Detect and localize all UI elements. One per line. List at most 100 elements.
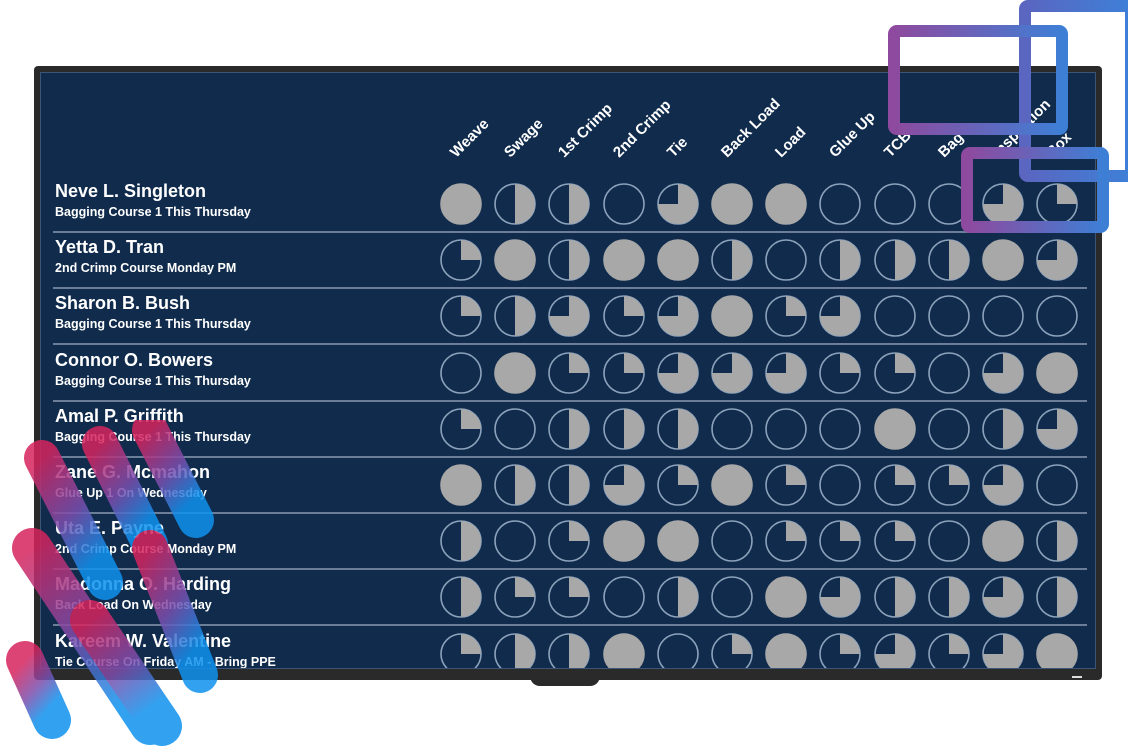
progress-pie-bag [927, 294, 971, 338]
progress-pie-bag [927, 632, 971, 668]
progress-pie-bag [927, 238, 971, 282]
progress-wedge [894, 577, 915, 618]
monitor-stand [530, 676, 600, 686]
progress-ring [602, 576, 645, 619]
progress-ring [602, 632, 645, 668]
column-header-2nd-crimp: 2nd Crimp [609, 96, 675, 161]
progress-pie-tcb [873, 575, 917, 619]
progress-pie-1st-crimp [547, 463, 591, 507]
progress-pie-swage [493, 351, 537, 395]
progress-pie-weave [439, 407, 483, 451]
trainee-name: Uta E. Payne [55, 518, 165, 539]
trainee-row[interactable]: Amal P. Griffith Bagging Course 1 This Th… [53, 402, 1087, 458]
scheduled-course: Bagging Course 1 This Thursday [55, 429, 251, 444]
trainee-row[interactable]: Kareem W. Valentine Tie Course On Friday … [53, 627, 1087, 668]
progress-pie-load [764, 351, 808, 395]
progress-ring [657, 632, 699, 668]
progress-pie-back-load [710, 294, 754, 338]
progress-pie-inspection [981, 182, 1025, 226]
progress-ring [873, 183, 916, 225]
progress-pie-box [1035, 238, 1079, 282]
progress-pie-inspection [981, 463, 1025, 507]
trainee-row[interactable]: Sharon B. Bush Bagging Course 1 This Thur… [53, 289, 1087, 346]
progress-wedge [569, 240, 590, 281]
training-matrix-screen: Weave Swage 1st Crimp 2nd Crimp Tie Back Load… [40, 72, 1096, 669]
progress-ring [656, 239, 699, 281]
progress-ring [819, 183, 862, 225]
progress-pie-tie [656, 407, 700, 451]
progress-pie-swage [493, 632, 537, 668]
progress-wedge [569, 184, 590, 224]
progress-pie-1st-crimp [547, 294, 591, 338]
trainee-row[interactable]: Madonna O. Harding Back Load On Wednesday [53, 570, 1087, 627]
progress-pie-box [1035, 182, 1079, 226]
progress-pie-swage [493, 238, 537, 282]
progress-pie-box [1035, 351, 1079, 395]
progress-pie-box [1035, 463, 1079, 507]
progress-ring [711, 407, 753, 450]
progress-wedge [623, 296, 644, 317]
trainee-row[interactable]: Yetta D. Tran 2nd Crimp Course Monday PM [53, 233, 1087, 290]
progress-ring [602, 183, 645, 225]
progress-ring [765, 239, 807, 281]
column-header-swage: Swage [501, 115, 547, 161]
progress-pie-weave [439, 351, 483, 395]
progress-wedge [840, 240, 861, 281]
progress-pie-bag [927, 519, 971, 563]
trainee-row[interactable]: Uta E. Payne 2nd Crimp Course Monday PM [53, 514, 1087, 571]
progress-pie-1st-crimp [547, 182, 591, 226]
trainee-row[interactable]: Zane G. Mcmahon Glue Up 1 On Wednesday [53, 458, 1087, 514]
progress-pie-swage [493, 182, 537, 226]
progress-wedge [840, 633, 861, 654]
progress-ring [982, 295, 1024, 338]
trainee-row[interactable]: Neve L. Singleton Bagging Course 1 This T… [53, 177, 1087, 233]
progress-wedge [948, 633, 969, 654]
progress-pie-2nd-crimp [602, 463, 646, 507]
trainee-row[interactable]: Connor O. Bowers Bagging Course 1 This Th… [53, 346, 1087, 402]
progress-ring [711, 183, 753, 225]
progress-ring [765, 183, 807, 225]
progress-pie-back-load [710, 407, 754, 451]
progress-pie-tie [656, 351, 700, 395]
progress-wedge [515, 296, 536, 337]
progress-pie-load [764, 407, 808, 451]
progress-ring [765, 407, 807, 450]
progress-ring [1036, 295, 1078, 338]
progress-pie-back-load [710, 519, 754, 563]
progress-ring [819, 407, 862, 450]
progress-ring [927, 351, 970, 394]
progress-wedge [461, 296, 481, 317]
progress-pie-back-load [710, 182, 754, 226]
progress-pie-box [1035, 294, 1079, 338]
progress-ring [440, 464, 482, 506]
progress-wedge [569, 465, 590, 505]
progress-wedge [1057, 184, 1078, 204]
progress-ring [711, 520, 753, 562]
progress-pie-back-load [710, 632, 754, 668]
progress-ring [982, 239, 1024, 281]
progress-pie-back-load [710, 463, 754, 507]
progress-wedge [569, 633, 590, 668]
progress-ring [927, 183, 970, 225]
progress-pie-load [764, 294, 808, 338]
progress-pie-weave [439, 182, 483, 226]
progress-ring [927, 295, 970, 338]
progress-ring [711, 295, 753, 338]
progress-pie-2nd-crimp [602, 182, 646, 226]
progress-wedge [569, 352, 590, 373]
scheduled-course: Bagging Course 1 This Thursday [55, 317, 251, 332]
scheduled-course: 2nd Crimp Course Monday PM [55, 261, 237, 276]
progress-pie-tcb [873, 519, 917, 563]
progress-wedge [623, 352, 644, 373]
progress-wedge [461, 577, 481, 618]
progress-ring [494, 239, 536, 281]
progress-ring [765, 632, 807, 668]
progress-pie-tcb [873, 294, 917, 338]
progress-pie-inspection [981, 294, 1025, 338]
trainee-name: Madonna O. Harding [55, 574, 232, 595]
progress-wedge [948, 240, 969, 281]
progress-pie-2nd-crimp [602, 294, 646, 338]
progress-pie-glue-up [818, 351, 862, 395]
progress-wedge [840, 352, 861, 373]
progress-wedge [1057, 577, 1078, 618]
